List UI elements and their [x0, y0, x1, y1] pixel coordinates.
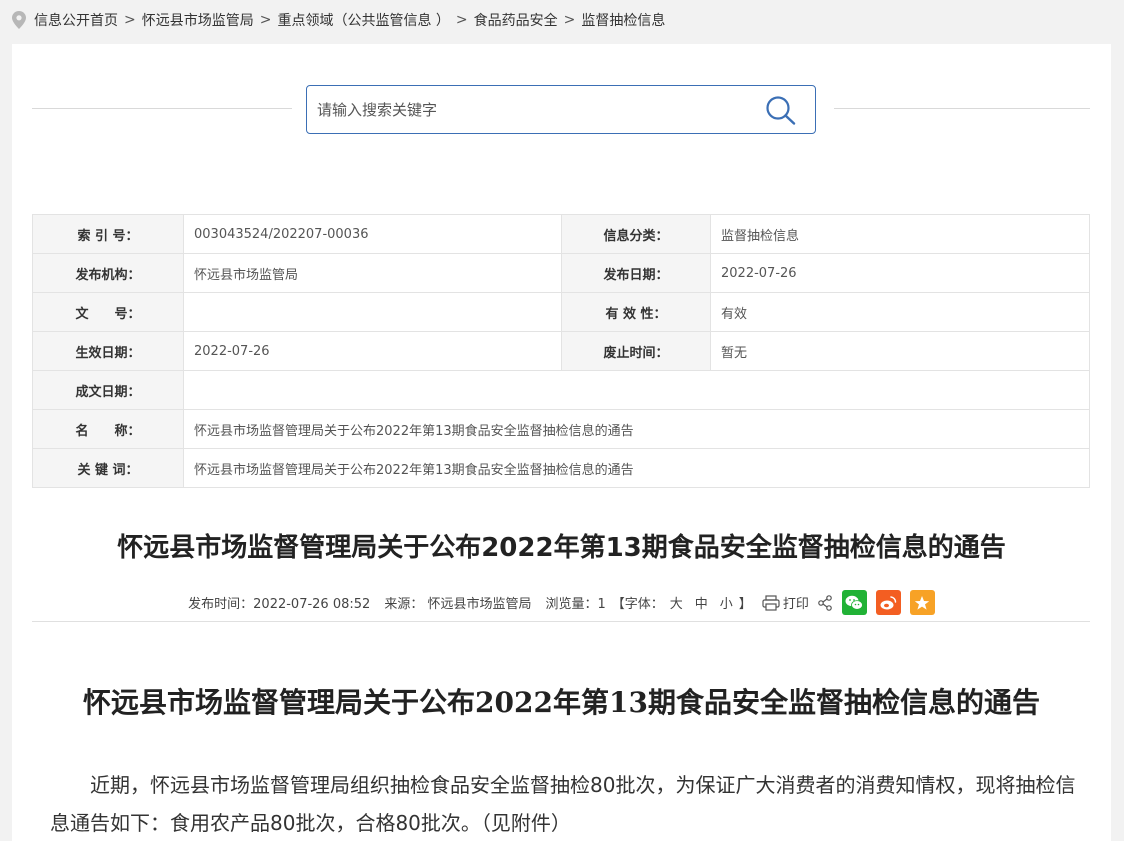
breadcrumb-bureau[interactable]: 怀远县市场监管局 — [142, 10, 254, 30]
document-title: 怀远县市场监督管理局关于公布2022年第13期食品安全监督抽检信息的通告 — [83, 686, 1040, 719]
search-input[interactable] — [317, 98, 747, 122]
publisher-value: 怀远县市场监管局 — [183, 253, 562, 293]
divider-left — [32, 108, 292, 109]
table-row: 发布机构： 怀远县市场监管局 发布日期： 2022-07-26 — [32, 253, 1090, 293]
written-date-label: 成文日期： — [32, 370, 184, 410]
location-pin-icon — [12, 11, 26, 29]
abolish-label: 废止时间： — [561, 331, 711, 371]
search-icon[interactable] — [765, 95, 797, 125]
breadcrumb-separator: > — [563, 12, 576, 28]
name-label: 名 称： — [32, 409, 184, 449]
table-row: 名 称： 怀远县市场监督管理局关于公布2022年第13期食品安全监督抽检信息的通… — [32, 409, 1090, 449]
keywords-value: 怀远县市场监督管理局关于公布2022年第13期食品安全监督抽检信息的通告 — [183, 448, 1090, 488]
print-button[interactable]: 打印 — [762, 593, 809, 612]
validity-value: 有效 — [710, 292, 1090, 332]
effdate-value: 2022-07-26 — [183, 331, 562, 371]
breadcrumb-separator: > — [124, 12, 136, 28]
table-row: 文 号： 有 效 性： 有效 — [32, 292, 1090, 332]
weibo-share-button[interactable] — [875, 590, 901, 615]
title-divider — [32, 621, 1090, 622]
name-value: 怀远县市场监督管理局关于公布2022年第13期食品安全监督抽检信息的通告 — [183, 409, 1090, 449]
docno-value — [183, 292, 562, 332]
article-info-bar: 发布时间：2022-07-26 08:52 来源： 怀远县市场监管局 浏览量：1… — [12, 590, 1111, 615]
publish-time: 发布时间：2022-07-26 08:52 — [188, 597, 371, 612]
breadcrumb-food-drug[interactable]: 食品药品安全 — [474, 10, 558, 30]
view-count: 浏览量：1 — [545, 597, 606, 612]
category-label: 信息分类： — [561, 214, 711, 254]
article-title: 怀远县市场监督管理局关于公布2022年第13期食品安全监督抽检信息的通告 — [117, 533, 1006, 563]
font-medium-button[interactable]: 中 — [695, 593, 708, 612]
table-row: 关 键 词： 怀远县市场监督管理局关于公布2022年第13期食品安全监督抽检信息… — [32, 448, 1090, 488]
font-size-suffix: 】 — [738, 597, 752, 612]
share-icon[interactable] — [817, 594, 833, 611]
table-row: 生效日期： 2022-07-26 废止时间： 暂无 — [32, 331, 1090, 371]
validity-label: 有 效 性： — [561, 292, 711, 332]
font-large-button[interactable]: 大 — [670, 593, 683, 612]
breadcrumb-separator: > — [259, 12, 272, 28]
favorite-button[interactable] — [909, 590, 935, 615]
article-paragraph: 近期，怀远县市场监督管理局组织抽检食品安全监督抽检80批次，为保证广大消费者的消… — [50, 773, 1076, 835]
printer-icon — [762, 594, 780, 611]
search-box — [306, 85, 816, 134]
divider-right — [834, 108, 1090, 109]
index-label: 索 引 号： — [32, 214, 184, 254]
keywords-label: 关 键 词： — [32, 448, 184, 488]
font-small-button[interactable]: 小 — [720, 593, 733, 612]
effdate-label: 生效日期： — [32, 331, 184, 371]
index-value: 003043524/202207-00036 — [183, 214, 562, 254]
font-size-prefix: 【字体： — [611, 597, 664, 612]
docno-label: 文 号： — [32, 292, 184, 332]
table-row: 索 引 号： 003043524/202207-00036 信息分类： 监督抽检… — [32, 214, 1090, 254]
wechat-icon — [845, 595, 864, 610]
breadcrumb: 信息公开首页 > 怀远县市场监管局 > 重点领域（公共监管信息 ） > 食品药品… — [0, 0, 1124, 40]
pubdate-value: 2022-07-26 — [710, 253, 1090, 293]
breadcrumb-separator: > — [455, 12, 468, 28]
wechat-share-button[interactable] — [841, 590, 867, 615]
search-area — [12, 84, 1111, 136]
content-panel: 索 引 号： 003043524/202207-00036 信息分类： 监督抽检… — [12, 44, 1111, 841]
star-icon — [915, 595, 930, 610]
metadata-table: 索 引 号： 003043524/202207-00036 信息分类： 监督抽检… — [32, 214, 1090, 488]
breadcrumb-key-areas[interactable]: 重点领域（公共监管信息 ） — [277, 10, 449, 30]
publisher-label: 发布机构： — [32, 253, 184, 293]
pubdate-label: 发布日期： — [561, 253, 711, 293]
article-source: 来源： 怀远县市场监管局 — [384, 597, 532, 612]
breadcrumb-inspection-info[interactable]: 监督抽检信息 — [581, 10, 665, 30]
print-label: 打印 — [782, 597, 809, 612]
written-date-value — [183, 370, 1090, 410]
category-value: 监督抽检信息 — [710, 214, 1090, 254]
table-row: 成文日期： — [32, 370, 1090, 410]
weibo-icon — [880, 595, 897, 609]
breadcrumb-home[interactable]: 信息公开首页 — [34, 10, 118, 30]
abolish-value: 暂无 — [710, 331, 1090, 371]
